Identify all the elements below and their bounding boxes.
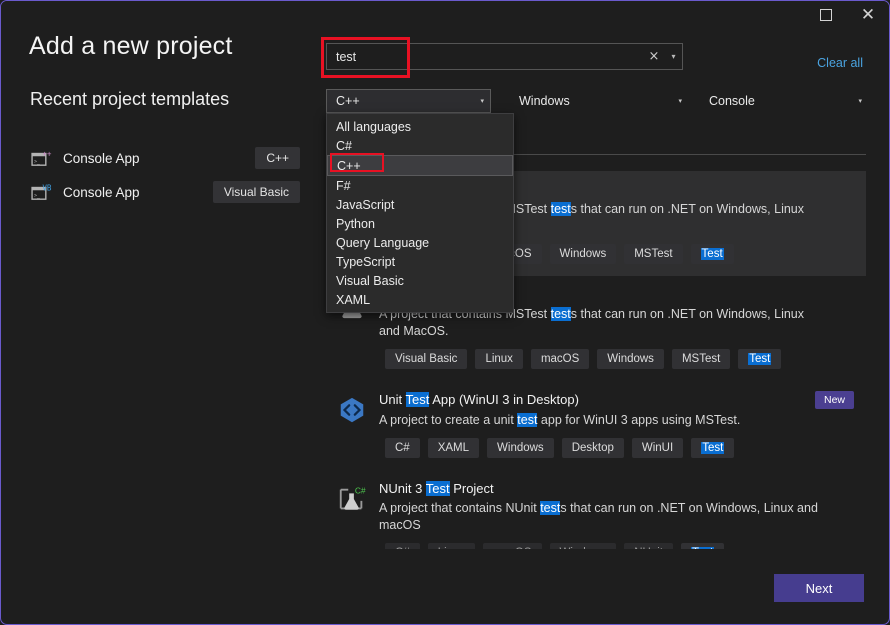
template-tag: Test xyxy=(691,244,734,264)
clear-search-icon[interactable]: × xyxy=(643,49,665,64)
template-tag: Visual Basic xyxy=(385,349,467,369)
platform-filter-label: Windows xyxy=(519,94,570,108)
recent-template-name: Console App xyxy=(63,185,140,200)
new-badge: New xyxy=(815,391,854,409)
language-option-all-languages[interactable]: All languages xyxy=(327,117,513,136)
platform-filter-dropdown[interactable]: Windows ▾ xyxy=(509,89,689,113)
template-description: A project to create a unit test app for … xyxy=(379,412,819,429)
template-tag: C# xyxy=(385,438,420,458)
clear-all-link[interactable]: Clear all xyxy=(817,56,863,70)
recent-template-language-chip: C++ xyxy=(255,147,300,169)
template-tag: C# xyxy=(385,543,420,549)
template-tag: MSTest xyxy=(624,244,682,264)
template-tag-row: C# XAML Windows Desktop WinUI Test xyxy=(379,438,854,458)
template-tag: Windows xyxy=(550,543,617,549)
template-title: Unit Test App (WinUI 3 in Desktop) xyxy=(379,391,807,408)
recent-project-templates-list: >_++Console AppC++>_VBConsole AppVisual … xyxy=(30,141,300,209)
language-option-typescript[interactable]: TypeScript xyxy=(327,252,513,271)
language-option-javascript[interactable]: JavaScript xyxy=(327,195,513,214)
svg-text:>_: >_ xyxy=(34,194,40,199)
console-app-cpp-icon: >_++ xyxy=(30,148,52,168)
template-tag-row: Visual Basic Linux macOS Windows MSTest Test xyxy=(379,349,854,369)
close-icon[interactable]: ✕ xyxy=(847,1,889,29)
title-bar: ✕ xyxy=(1,1,889,31)
recent-template-name: Console App xyxy=(63,151,140,166)
svg-text:VB: VB xyxy=(42,183,52,192)
template-tag: WinUI xyxy=(632,438,683,458)
recent-template-item[interactable]: >_VB Console App Visual Basic xyxy=(30,175,300,209)
template-tag: Windows xyxy=(597,349,664,369)
template-tag: Windows xyxy=(550,244,617,264)
search-box[interactable]: × ▾ xyxy=(326,43,683,70)
language-filter-label: C++ xyxy=(336,94,360,108)
svg-text:++: ++ xyxy=(42,149,52,158)
template-tag: Desktop xyxy=(562,438,624,458)
language-option-f-[interactable]: F# xyxy=(327,176,513,195)
search-input[interactable] xyxy=(327,50,643,64)
template-title: NUnit 3 Test Project xyxy=(379,480,854,497)
template-tag: macOS xyxy=(483,543,541,549)
template-item[interactable]: Unit Test App (WinUI 3 in Desktop) New A p… xyxy=(326,381,866,470)
project-type-filter-label: Console xyxy=(709,94,755,108)
next-button[interactable]: Next xyxy=(774,574,864,602)
template-tag: Test xyxy=(681,543,724,549)
template-tag: Linux xyxy=(475,349,523,369)
chevron-down-icon: ▾ xyxy=(480,97,484,105)
recent-templates-heading: Recent project templates xyxy=(30,89,229,110)
svg-text:C#: C# xyxy=(355,485,366,495)
recent-template-item[interactable]: >_++ Console App C++ xyxy=(30,141,300,175)
maximize-icon[interactable] xyxy=(805,1,847,29)
language-option-xaml[interactable]: XAML xyxy=(327,290,513,309)
language-option-c-[interactable]: C# xyxy=(327,136,513,155)
winui-icon xyxy=(335,393,369,427)
template-tag: Windows xyxy=(487,438,554,458)
page-title: Add a new project xyxy=(29,32,233,61)
template-tag: NUnit xyxy=(624,543,673,549)
template-tag: XAML xyxy=(428,438,479,458)
template-item[interactable]: C# NUnit 3 Test Project A project that con… xyxy=(326,470,866,549)
chevron-down-icon: ▾ xyxy=(678,97,682,105)
nunit-icon: C# xyxy=(335,482,369,516)
language-filter-dropdown[interactable]: C++ ▾ xyxy=(326,89,491,113)
language-option-query-language[interactable]: Query Language xyxy=(327,233,513,252)
search-history-chevron-down-icon[interactable]: ▾ xyxy=(665,52,682,61)
chevron-down-icon: ▾ xyxy=(858,97,862,105)
svg-text:>_: >_ xyxy=(34,160,40,165)
language-option-python[interactable]: Python xyxy=(327,214,513,233)
add-new-project-dialog: ✕ Add a new project Recent project templ… xyxy=(0,0,890,625)
language-option-c-[interactable]: C++ xyxy=(327,155,513,176)
language-option-visual-basic[interactable]: Visual Basic xyxy=(327,271,513,290)
template-description: A project that contains NUnit tests that… xyxy=(379,500,819,534)
language-dropdown-menu[interactable]: All languagesC#C++F#JavaScriptPythonQuer… xyxy=(326,113,514,313)
project-type-filter-dropdown[interactable]: Console ▾ xyxy=(699,89,869,113)
recent-template-language-chip: Visual Basic xyxy=(213,181,300,203)
template-tag: Linux xyxy=(428,543,476,549)
template-tag: MSTest xyxy=(672,349,730,369)
template-tag: macOS xyxy=(531,349,589,369)
template-tag-row: C# Linux macOS Windows NUnit Test xyxy=(379,543,854,549)
console-app-vb-icon: >_VB xyxy=(30,182,52,202)
template-tag: Test xyxy=(738,349,781,369)
template-tag: Test xyxy=(691,438,734,458)
